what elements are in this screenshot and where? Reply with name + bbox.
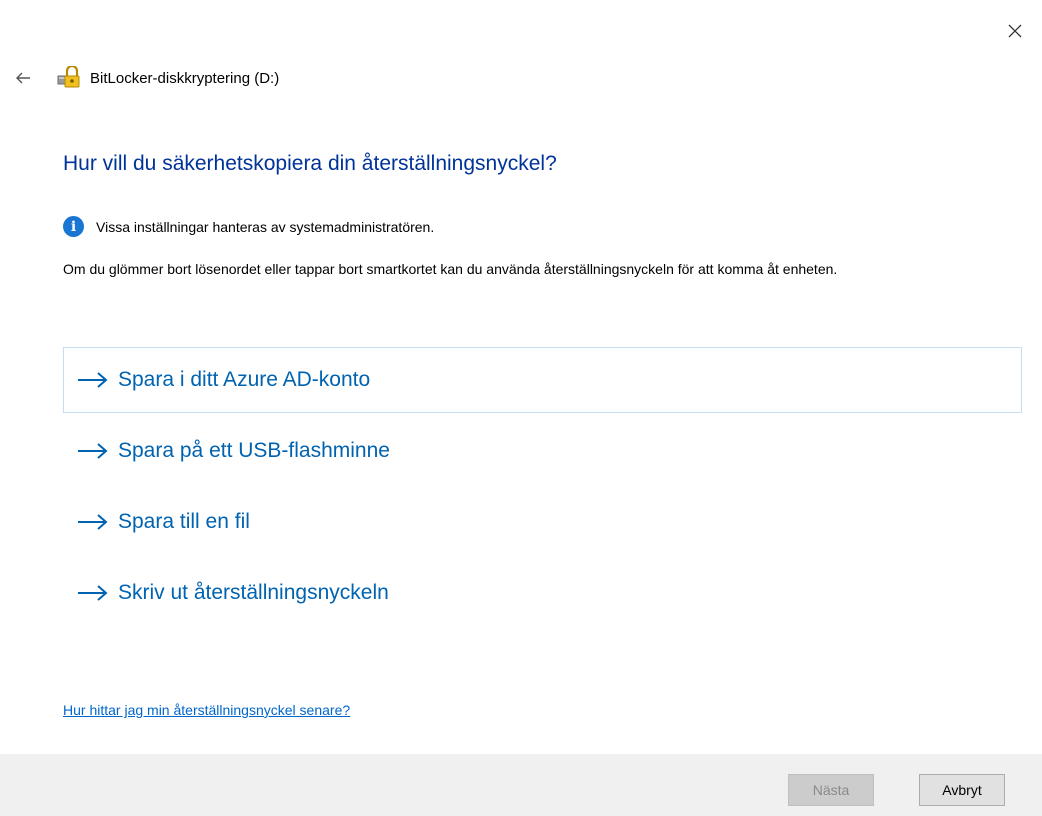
option-label: Spara på ett USB-flashminne — [118, 439, 390, 462]
window-title: BitLocker-diskkryptering (D:) — [90, 69, 280, 87]
close-icon — [1008, 24, 1022, 38]
back-arrow-icon — [16, 72, 30, 84]
info-notice: i Vissa inställningar hanteras av system… — [63, 216, 434, 237]
description-text: Om du glömmer bort lösenordet eller tapp… — [63, 261, 838, 277]
option-save-azure-ad[interactable]: Spara i ditt Azure AD-konto — [63, 347, 1022, 413]
backup-options-list: Spara i ditt Azure AD-konto Spara på ett… — [63, 347, 1022, 631]
option-save-file[interactable]: Spara till en fil — [63, 489, 1022, 555]
option-label: Skriv ut återställningsnyckeln — [118, 581, 389, 604]
page-heading: Hur vill du säkerhetskopiera din återstä… — [63, 152, 557, 175]
next-button[interactable]: Nästa — [788, 774, 874, 806]
arrow-right-icon — [76, 512, 110, 532]
close-button[interactable] — [1000, 16, 1030, 46]
titlebar: BitLocker-diskkryptering (D:) — [10, 64, 279, 92]
help-link[interactable]: Hur hittar jag min återställningsnyckel … — [63, 702, 350, 718]
bitlocker-icon — [56, 65, 84, 91]
back-button[interactable] — [10, 65, 36, 91]
arrow-right-icon — [76, 583, 110, 603]
option-label: Spara i ditt Azure AD-konto — [118, 368, 371, 391]
option-save-usb[interactable]: Spara på ett USB-flashminne — [63, 418, 1022, 484]
arrow-right-icon — [76, 441, 110, 461]
info-icon: i — [63, 216, 84, 237]
footer-bar: Nästa Avbryt — [0, 754, 1042, 816]
arrow-right-icon — [76, 370, 110, 390]
info-text: Vissa inställningar hanteras av systemad… — [96, 218, 435, 235]
option-print-key[interactable]: Skriv ut återställningsnyckeln — [63, 560, 1022, 626]
cancel-button[interactable]: Avbryt — [919, 774, 1005, 806]
option-label: Spara till en fil — [118, 510, 250, 533]
